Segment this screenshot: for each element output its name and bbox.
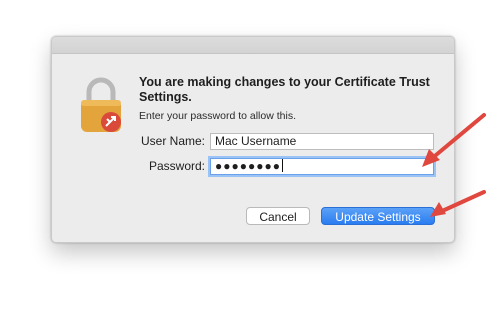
dialog-heading: You are making changes to your Certifica… [139,75,430,104]
dialog-subtext: Enter your password to allow this. [139,110,296,122]
text-caret [281,159,283,172]
authentication-dialog: You are making changes to your Certifica… [51,36,455,243]
username-field[interactable]: Mac Username [210,133,434,150]
username-value: Mac Username [215,134,297,148]
dialog-titlebar [52,37,454,54]
password-field[interactable]: ●●●●●●●● [210,158,434,175]
cancel-button[interactable]: Cancel [246,207,310,225]
screen: You are making changes to your Certifica… [0,0,504,310]
update-settings-button[interactable]: Update Settings [321,207,435,225]
username-label: User Name: [140,134,205,148]
password-dots: ●●●●●●●● [215,159,281,173]
lock-icon [77,74,125,134]
password-label: Password: [148,159,205,173]
